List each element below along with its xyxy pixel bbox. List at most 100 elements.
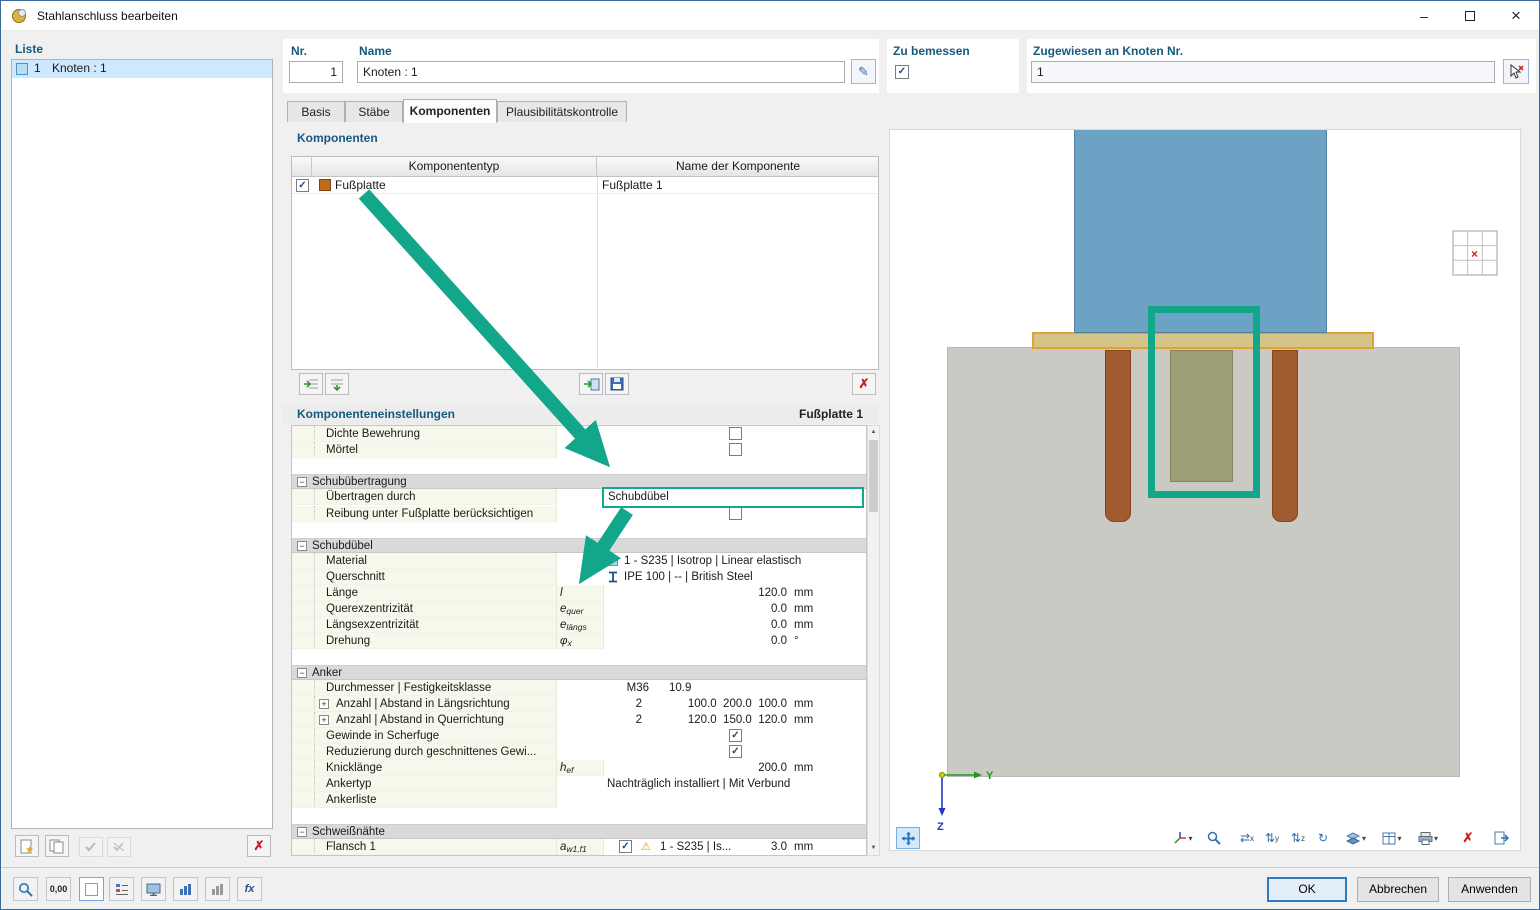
delete-item-button[interactable]: ✗ bbox=[247, 835, 271, 857]
deselect-all-items-button[interactable] bbox=[107, 837, 131, 857]
anzahl-quer-values[interactable]: 120.0 150.0 120.0 bbox=[604, 712, 789, 728]
apply-button[interactable]: Anwenden bbox=[1448, 877, 1531, 902]
laengsex-value[interactable]: 0.0 bbox=[604, 617, 789, 633]
delete-component-button[interactable]: ✗ bbox=[852, 373, 876, 395]
panel-legend-button[interactable] bbox=[109, 877, 134, 901]
setting-anzahl-laengs[interactable]: Anzahl | Abstand in Längsrichtung + 2 10… bbox=[292, 696, 866, 712]
ok-button[interactable]: OK bbox=[1267, 877, 1347, 902]
display-background-button[interactable] bbox=[79, 877, 104, 901]
import-from-library-button[interactable] bbox=[579, 373, 603, 395]
nr-field[interactable]: 1 bbox=[289, 61, 343, 83]
setting-material[interactable]: Material 1 - S235 | Isotrop | Linear ela… bbox=[292, 553, 866, 569]
component-row-fussplatte[interactable]: ✓ Fußplatte Fußplatte 1 bbox=[292, 177, 878, 194]
add-row-below-button[interactable] bbox=[325, 373, 349, 395]
assigned-nodes-field[interactable]: 1 bbox=[1031, 61, 1495, 83]
setting-reduzierung[interactable]: Reduzierung durch geschnittenes Gewi... … bbox=[292, 744, 866, 760]
setting-durchmesser[interactable]: Durchmesser | Festigkeitsklasse M36 10.9 bbox=[292, 680, 866, 696]
copy-item-button[interactable] bbox=[45, 835, 69, 857]
drehung-value[interactable]: 0.0 bbox=[604, 633, 789, 649]
reduzierung-checkbox[interactable]: ✓ bbox=[729, 745, 742, 758]
viewport-3d[interactable]: × Y Z ▾ ⇄ x ⇅ y ⇅ z ↻ ▾ ▾ ▾ ✗ bbox=[889, 129, 1521, 851]
collapse-box[interactable]: − bbox=[297, 827, 307, 837]
setting-ankertyp[interactable]: Ankertyp Nachträglich installiert | Mit … bbox=[292, 776, 866, 792]
setting-dichte-bewehrung[interactable]: Dichte Bewehrung bbox=[292, 426, 866, 442]
header-name-der-komponente[interactable]: Name der Komponente bbox=[597, 157, 879, 177]
decimal-places-button[interactable]: 0,00 bbox=[46, 877, 71, 901]
uebertragen-durch-dropdown[interactable]: Schubdübel bbox=[602, 487, 864, 508]
rename-button[interactable]: ✎ bbox=[851, 59, 876, 84]
tab-plausibilitaetskontrolle[interactable]: Plausibilitätskontrolle bbox=[497, 101, 627, 122]
setting-querexzentrizitaet[interactable]: Querexzentrizität equer 0.0 mm bbox=[292, 601, 866, 617]
collapse-box[interactable]: − bbox=[297, 668, 307, 678]
visibility-dropdown-button[interactable]: ▾ bbox=[1340, 827, 1372, 849]
maximize-button[interactable] bbox=[1447, 1, 1493, 30]
querex-value[interactable]: 0.0 bbox=[604, 601, 789, 617]
section-schweissnaehte[interactable]: − Schweißnähte bbox=[292, 824, 866, 839]
new-item-button[interactable]: ★ bbox=[15, 835, 39, 857]
display-properties-button[interactable] bbox=[141, 877, 166, 901]
flansch-value[interactable]: 3.0 bbox=[604, 839, 789, 855]
view-y-button[interactable]: ⇅ y bbox=[1260, 827, 1284, 849]
tab-komponenten[interactable]: Komponenten bbox=[403, 99, 497, 123]
setting-querschnitt[interactable]: Querschnitt IPE 100 | -- | British Steel bbox=[292, 569, 866, 585]
close-button[interactable]: × bbox=[1493, 1, 1539, 30]
list-item-knoten-1[interactable]: 1 Knoten : 1 bbox=[12, 60, 272, 78]
reibung-checkbox[interactable] bbox=[729, 507, 742, 520]
scroll-up-button[interactable]: ▲ bbox=[868, 426, 879, 439]
setting-flansch-1[interactable]: Flansch 1 aw1,f1 ✓ ⚠ 1 - S235 | Is... 3.… bbox=[292, 839, 866, 855]
pan-mode-button[interactable] bbox=[896, 827, 920, 849]
zoom-window-button[interactable] bbox=[1202, 827, 1226, 849]
navigation-cube[interactable]: × bbox=[1452, 230, 1498, 276]
result-diagrams-button[interactable] bbox=[173, 877, 198, 901]
ankertyp-value[interactable]: Nachträglich installiert | Mit Verbund bbox=[607, 776, 790, 792]
expand-box[interactable]: + bbox=[319, 715, 329, 725]
setting-knicklaenge[interactable]: Knicklänge hef 200.0 mm bbox=[292, 760, 866, 776]
festigkeitsklasse-value[interactable]: 10.9 bbox=[669, 680, 691, 696]
view-x-button[interactable]: ⇄ x bbox=[1235, 827, 1259, 849]
scrollbar-thumb[interactable] bbox=[869, 440, 878, 512]
minimize-button[interactable]: – bbox=[1401, 1, 1447, 30]
search-button[interactable] bbox=[13, 877, 38, 901]
cancel-button[interactable]: Abbrechen bbox=[1357, 877, 1439, 902]
rotate-view-button[interactable]: ↻ bbox=[1311, 827, 1335, 849]
dichte-bewehrung-checkbox[interactable] bbox=[729, 427, 742, 440]
view-z-button[interactable]: ⇅ z bbox=[1286, 827, 1310, 849]
setting-laengsexzentrizitaet[interactable]: Längsexzentrizität elängs 0.0 mm bbox=[292, 617, 866, 633]
formula-button[interactable]: fx bbox=[237, 877, 262, 901]
knicklaenge-value[interactable]: 200.0 bbox=[604, 760, 789, 776]
settings-scrollbar[interactable]: ▲ ▼ bbox=[867, 425, 880, 856]
collapse-box[interactable]: − bbox=[297, 541, 307, 551]
export-view-button[interactable] bbox=[1488, 827, 1514, 849]
name-field[interactable]: Knoten : 1 bbox=[357, 61, 845, 83]
view-direction-dropdown-button[interactable]: ▾ bbox=[1167, 827, 1199, 849]
pick-nodes-button[interactable] bbox=[1503, 59, 1529, 84]
connections-list[interactable]: 1 Knoten : 1 bbox=[11, 59, 273, 829]
result-diagrams-off-button[interactable] bbox=[205, 877, 230, 901]
moertel-checkbox[interactable] bbox=[729, 443, 742, 456]
setting-gewinde[interactable]: Gewinde in Scherfuge ✓ bbox=[292, 728, 866, 744]
component-row-checkbox[interactable]: ✓ bbox=[296, 179, 309, 192]
print-dropdown-button[interactable]: ▾ bbox=[1412, 827, 1444, 849]
insert-row-button[interactable] bbox=[299, 373, 323, 395]
section-anker[interactable]: − Anker bbox=[292, 665, 866, 680]
clear-results-button[interactable]: ✗ bbox=[1456, 827, 1480, 849]
collapse-box[interactable]: − bbox=[297, 477, 307, 487]
tab-staebe[interactable]: Stäbe bbox=[345, 101, 403, 122]
select-all-items-button[interactable] bbox=[79, 837, 103, 857]
zu-bemessen-checkbox[interactable]: ✓ bbox=[895, 65, 909, 79]
header-komponententyp[interactable]: Komponententyp bbox=[312, 157, 597, 177]
setting-drehung[interactable]: Drehung φx 0.0 ° bbox=[292, 633, 866, 649]
laenge-value[interactable]: 120.0 bbox=[604, 585, 789, 601]
section-schubduebel[interactable]: − Schubdübel bbox=[292, 538, 866, 553]
expand-box[interactable]: + bbox=[319, 699, 329, 709]
scroll-down-button[interactable]: ▼ bbox=[868, 842, 879, 855]
durchmesser-value[interactable]: M36 bbox=[604, 680, 649, 696]
setting-reibung[interactable]: Reibung unter Fußplatte berücksichtigen bbox=[292, 506, 866, 522]
anzahl-laengs-values[interactable]: 100.0 200.0 100.0 bbox=[604, 696, 789, 712]
setting-anzahl-quer[interactable]: Anzahl | Abstand in Querrichtung + 2 120… bbox=[292, 712, 866, 728]
save-to-library-button[interactable] bbox=[605, 373, 629, 395]
gewinde-checkbox[interactable]: ✓ bbox=[729, 729, 742, 742]
tab-basis[interactable]: Basis bbox=[287, 101, 345, 122]
setting-ankerliste[interactable]: Ankerliste bbox=[292, 792, 866, 808]
setting-laenge[interactable]: Länge l 120.0 mm bbox=[292, 585, 866, 601]
